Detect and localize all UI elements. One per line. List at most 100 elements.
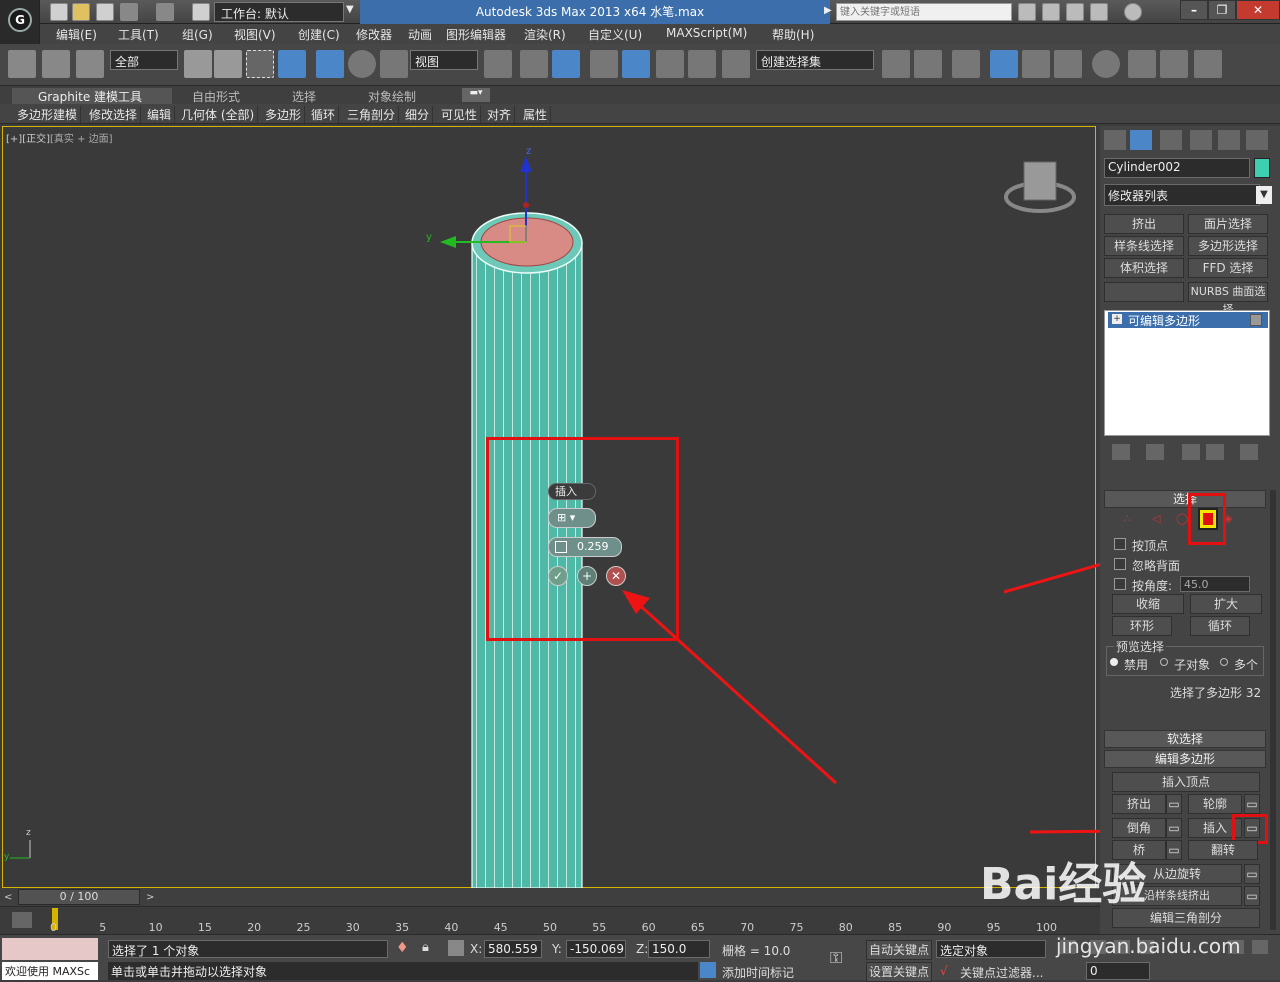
angle-spinner[interactable]: 45.0 xyxy=(1180,576,1250,592)
caddy-cancel-button[interactable]: ✕ xyxy=(606,566,626,586)
key-icon[interactable]: ⚿ xyxy=(830,948,842,968)
x-coordinate-field[interactable]: 580.559 xyxy=(484,940,542,958)
inset-caddy-title[interactable]: 插入 xyxy=(548,483,596,500)
time-next-icon[interactable]: > xyxy=(146,892,154,903)
gizmo-y-arrow xyxy=(440,236,456,248)
insert-vertex-button[interactable]: 插入顶点 xyxy=(1112,772,1260,792)
bevel-button[interactable]: 倒角 xyxy=(1112,818,1166,838)
ring-button[interactable]: 环形 xyxy=(1112,616,1172,636)
by-angle-checkbox[interactable] xyxy=(1114,578,1126,590)
modify-tab-icon[interactable] xyxy=(1130,130,1152,150)
caddy-ok-button[interactable]: ✓ xyxy=(548,566,568,586)
show-end-result-icon[interactable] xyxy=(1146,444,1164,460)
outline-button[interactable]: 轮廓 xyxy=(1188,794,1242,814)
hinge-settings-icon[interactable]: ▭ xyxy=(1244,864,1260,884)
selection-count-text: 选择了 1 个对象 xyxy=(108,940,388,958)
stack-expand-icon[interactable]: + xyxy=(1112,314,1122,324)
timeline-tick-label: 35 xyxy=(395,921,410,934)
mod-spline-select-button[interactable]: 样条线选择 xyxy=(1104,236,1184,256)
axis-y-label: y xyxy=(426,232,432,243)
timeline-tick-label: 10 xyxy=(148,921,163,934)
viewcube-box xyxy=(1023,161,1057,201)
y-coordinate-field[interactable]: -150.069 xyxy=(566,940,626,958)
bridge-settings-icon[interactable]: ▭ xyxy=(1166,840,1182,860)
axis-z-label: z xyxy=(526,146,532,157)
bevel-settings-icon[interactable]: ▭ xyxy=(1166,818,1182,838)
time-prev-icon[interactable]: < xyxy=(4,892,12,903)
mod-patch-select-button[interactable]: 面片选择 xyxy=(1188,214,1268,234)
y-label: Y: xyxy=(552,942,562,956)
selection-rollout-header[interactable]: 选择 xyxy=(1104,490,1266,508)
utilities-tab-icon[interactable] xyxy=(1246,130,1268,150)
auto-key-button[interactable]: 自动关键点 xyxy=(866,940,932,960)
mod-empty-button[interactable] xyxy=(1104,282,1184,302)
by-vertex-checkbox[interactable] xyxy=(1114,538,1126,550)
timeline-tick-label: 50 xyxy=(543,921,557,934)
preview-subobject-label: 子对象 xyxy=(1174,658,1211,672)
mod-vol-select-button[interactable]: 体积选择 xyxy=(1104,258,1184,278)
stack-item-toggle[interactable] xyxy=(1250,314,1262,326)
set-key-button[interactable]: 设置关键点 xyxy=(866,962,932,982)
soft-selection-rollout-header[interactable]: 软选择 xyxy=(1104,730,1266,748)
panel-scrollbar[interactable] xyxy=(1270,490,1276,930)
display-tab-icon[interactable] xyxy=(1218,130,1240,150)
key-filters-button[interactable]: 关键点过滤器... xyxy=(960,964,1043,981)
extrude-button[interactable]: 挤出 xyxy=(1112,794,1166,814)
time-slider-handle[interactable]: 0 / 100 xyxy=(18,889,140,905)
create-tab-icon[interactable] xyxy=(1104,130,1126,150)
time-tag-icon[interactable] xyxy=(700,962,716,978)
timeline-tick-label: 20 xyxy=(247,921,262,934)
timeline-tick-label: 70 xyxy=(740,921,755,934)
z-coordinate-field[interactable]: 150.0 xyxy=(648,940,710,958)
add-time-tag-text[interactable]: 添加时间标记 xyxy=(722,964,794,981)
modifier-list-dropdown[interactable]: 修改器列表 xyxy=(1104,184,1260,206)
shrink-button[interactable]: 收缩 xyxy=(1112,594,1184,614)
lock-icon[interactable]: 🔒︎ xyxy=(422,940,429,955)
modifier-list-chevron-icon[interactable]: ▼ xyxy=(1256,186,1272,204)
mod-nurbs-select-button[interactable]: NURBS 曲面选择 xyxy=(1188,282,1268,316)
pin-stack-icon[interactable] xyxy=(1112,444,1130,460)
configure-sets-icon[interactable] xyxy=(1240,444,1258,460)
time-slider-track[interactable] xyxy=(0,888,1096,906)
caddy-apply-button[interactable]: + xyxy=(577,566,597,586)
x-label: X: xyxy=(470,942,483,956)
mod-extrude-button[interactable]: 挤出 xyxy=(1104,214,1184,234)
mod-poly-select-button[interactable]: 多边形选择 xyxy=(1188,236,1268,256)
edit-polygons-rollout-header[interactable]: 编辑多边形 xyxy=(1104,750,1266,768)
isolate-icon[interactable]: ♦ xyxy=(396,940,409,956)
key-selection-dropdown[interactable]: 选定对象 xyxy=(936,940,1046,958)
current-frame-field[interactable]: 0 xyxy=(1086,962,1150,980)
extrude-settings-icon[interactable]: ▭ xyxy=(1166,794,1182,814)
maxscript-listener-box[interactable] xyxy=(2,938,98,960)
inset-type-dropdown[interactable]: ⊞ ▾ xyxy=(548,508,596,528)
object-color-swatch[interactable] xyxy=(1254,158,1270,178)
border-mode-icon[interactable]: ◯ xyxy=(1176,512,1188,525)
absolute-mode-icon[interactable] xyxy=(448,940,464,956)
loop-button[interactable]: 循环 xyxy=(1190,616,1250,636)
preview-multi-radio[interactable] xyxy=(1220,658,1228,666)
preview-subobject-radio[interactable] xyxy=(1160,658,1168,666)
ignore-backfacing-checkbox[interactable] xyxy=(1114,558,1126,570)
zoom-all-icon[interactable] xyxy=(1252,940,1268,954)
make-unique-icon[interactable] xyxy=(1182,444,1200,460)
annotation-box-polygon-mode xyxy=(1188,493,1226,545)
grid-size-text: 栅格 = 10.0 xyxy=(722,944,791,958)
extrude-along-settings-icon[interactable]: ▭ xyxy=(1244,886,1260,906)
outline-settings-icon[interactable]: ▭ xyxy=(1244,794,1260,814)
flip-button[interactable]: 翻转 xyxy=(1188,840,1258,860)
mod-ffd-select-button[interactable]: FFD 选择 xyxy=(1188,258,1268,278)
timeline-tick-label: 65 xyxy=(690,921,705,934)
timeline-tick-label: 75 xyxy=(789,921,804,934)
grow-button[interactable]: 扩大 xyxy=(1190,594,1262,614)
timeline-tick-label: 95 xyxy=(986,921,1001,934)
mini-curve-editor-icon[interactable] xyxy=(12,912,32,928)
edge-mode-icon[interactable]: ◁ xyxy=(1152,512,1160,525)
hierarchy-tab-icon[interactable] xyxy=(1160,130,1182,150)
key-filter-icon[interactable]: √ xyxy=(940,964,948,978)
vertex-mode-icon[interactable]: ∴ xyxy=(1124,512,1131,525)
remove-modifier-icon[interactable] xyxy=(1206,444,1224,460)
maxscript-mini-listener[interactable]: 欢迎使用 MAXSc xyxy=(2,962,98,980)
object-name-field[interactable]: Cylinder002 xyxy=(1104,158,1250,178)
preview-disabled-radio[interactable] xyxy=(1110,658,1118,666)
motion-tab-icon[interactable] xyxy=(1190,130,1212,150)
